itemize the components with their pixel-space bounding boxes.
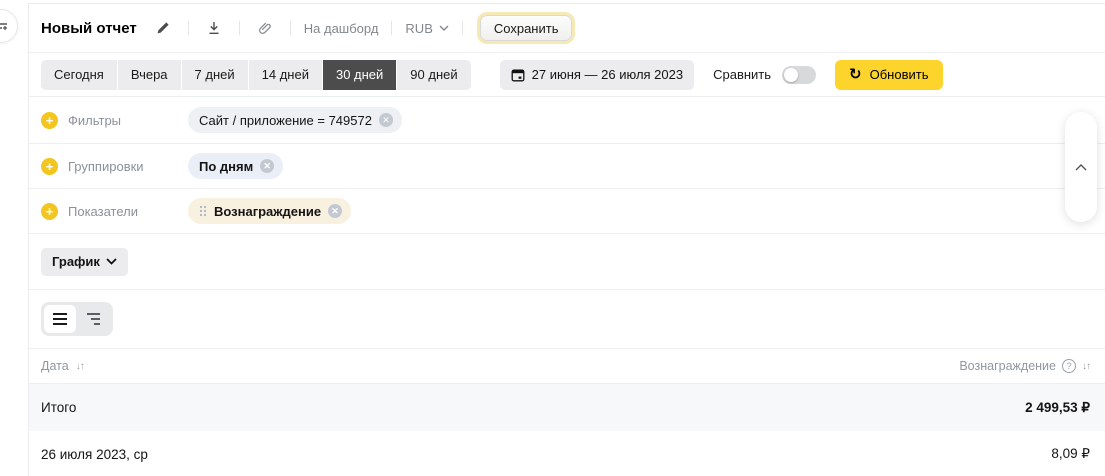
chart-type-label: График <box>52 254 100 269</box>
flat-list-view-button[interactable] <box>44 305 76 333</box>
report-content: Новый отчет На дашборд RUB Сохранить Сег… <box>28 3 1105 476</box>
edit-title-button[interactable] <box>151 16 175 40</box>
divider <box>187 21 189 35</box>
metrics-row: + Показатели Вознаграждение ✕ <box>29 189 1105 234</box>
download-icon <box>207 21 221 35</box>
close-icon[interactable]: ✕ <box>378 113 393 127</box>
preset-14-days[interactable]: 14 дней <box>248 59 322 90</box>
column-reward-header[interactable]: Вознаграждение ? ↓↑ <box>959 359 1091 373</box>
date-controls: Сегодня Вчера 7 дней 14 дней 30 дней 90 … <box>29 53 1105 97</box>
paperclip-icon <box>258 21 272 35</box>
chevron-down-icon <box>439 25 449 31</box>
report-header: Новый отчет На дашборд RUB Сохранить <box>29 4 1105 53</box>
total-label: Итого <box>41 400 77 415</box>
refresh-label: Обновить <box>869 67 929 82</box>
flat-list-icon <box>53 313 67 325</box>
groupings-row: + Группировки По дням ✕ <box>29 144 1105 189</box>
row-date: 26 июля 2023, ср <box>41 446 148 462</box>
chart-selector-row: График <box>29 234 1105 290</box>
tree-view-icon <box>87 313 101 325</box>
tree-view-button[interactable] <box>78 305 110 333</box>
date-range-button[interactable]: 27 июня — 26 июля 2023 <box>499 59 695 90</box>
preset-90-days[interactable]: 90 дней <box>397 59 471 90</box>
chevron-down-icon <box>106 258 117 265</box>
add-metric-button[interactable]: + <box>41 202 58 220</box>
divider <box>391 21 393 35</box>
to-dashboard-link[interactable]: На дашборд <box>304 21 379 36</box>
metric-chip[interactable]: Вознаграждение ✕ <box>188 198 352 224</box>
date-range-value: 27 июня — 26 июля 2023 <box>531 67 684 82</box>
total-value: 2 499,53 ₽ <box>1025 399 1090 415</box>
view-toggle-group <box>41 302 113 336</box>
report-panel-toggle-button[interactable] <box>0 9 18 43</box>
filter-chip-text: Сайт / приложение = 749572 <box>199 112 372 128</box>
table-view-toggle-row <box>29 290 1105 349</box>
grouping-chip[interactable]: По дням ✕ <box>188 153 284 179</box>
sort-icon[interactable]: ↓↑ <box>76 361 85 372</box>
chart-type-dropdown[interactable]: График <box>41 247 128 276</box>
sliders-plus-icon <box>0 19 9 34</box>
compare-label: Сравнить <box>713 67 772 82</box>
preset-yesterday[interactable]: Вчера <box>117 59 181 90</box>
compare-toggle[interactable] <box>782 65 817 84</box>
refresh-icon: ↻ <box>849 65 862 83</box>
add-grouping-button[interactable]: + <box>41 157 58 175</box>
table-total-row: Итого 2 499,53 ₽ <box>29 384 1105 431</box>
toggle-knob <box>784 67 799 82</box>
divider <box>289 21 291 35</box>
collapse-panel-button[interactable] <box>1065 112 1097 222</box>
grouping-chip-text: По дням <box>199 158 254 174</box>
sort-icon[interactable]: ↓↑ <box>1082 361 1091 372</box>
groupings-label: Группировки <box>68 158 144 174</box>
help-icon[interactable]: ? <box>1062 359 1076 373</box>
date-preset-group: Сегодня Вчера 7 дней 14 дней 30 дней 90 … <box>41 59 471 90</box>
filter-chip[interactable]: Сайт / приложение = 749572 ✕ <box>188 107 402 133</box>
close-icon[interactable]: ✕ <box>260 159 275 173</box>
filters-label: Фильтры <box>68 112 122 128</box>
download-button[interactable] <box>202 16 226 40</box>
preset-today[interactable]: Сегодня <box>41 59 117 90</box>
row-value: 8,09 ₽ <box>1051 446 1090 461</box>
column-reward-label: Вознаграждение <box>959 359 1056 373</box>
divider <box>461 21 463 35</box>
table-row: 26 июля 2023, ср 8,09 ₽ <box>29 431 1105 476</box>
calendar-icon <box>511 68 525 82</box>
preset-7-days[interactable]: 7 дней <box>181 59 248 90</box>
drag-handle-icon[interactable] <box>199 205 207 217</box>
pencil-icon <box>156 21 170 35</box>
refresh-button[interactable]: ↻ Обновить <box>835 59 943 90</box>
chevron-up-icon <box>1075 163 1087 171</box>
divider <box>238 21 240 35</box>
save-button[interactable]: Сохранить <box>479 15 573 41</box>
report-builder-page: Новый отчет На дашборд RUB Сохранить Сег… <box>0 0 1105 476</box>
add-filter-button[interactable]: + <box>41 111 58 129</box>
report-title: Новый отчет <box>41 19 137 37</box>
table-header: Дата ↓↑ Вознаграждение ? ↓↑ <box>29 349 1105 384</box>
close-icon[interactable]: ✕ <box>328 204 343 218</box>
column-date-header[interactable]: Дата <box>41 359 69 373</box>
currency-select[interactable]: RUB <box>405 20 449 36</box>
copy-link-button[interactable] <box>253 16 277 40</box>
preset-30-days[interactable]: 30 дней <box>322 59 397 90</box>
filters-row: + Фильтры Сайт / приложение = 749572 ✕ <box>29 97 1105 144</box>
currency-value: RUB <box>405 20 433 36</box>
metric-chip-text: Вознаграждение <box>214 203 322 219</box>
metrics-label: Показатели <box>68 203 138 219</box>
